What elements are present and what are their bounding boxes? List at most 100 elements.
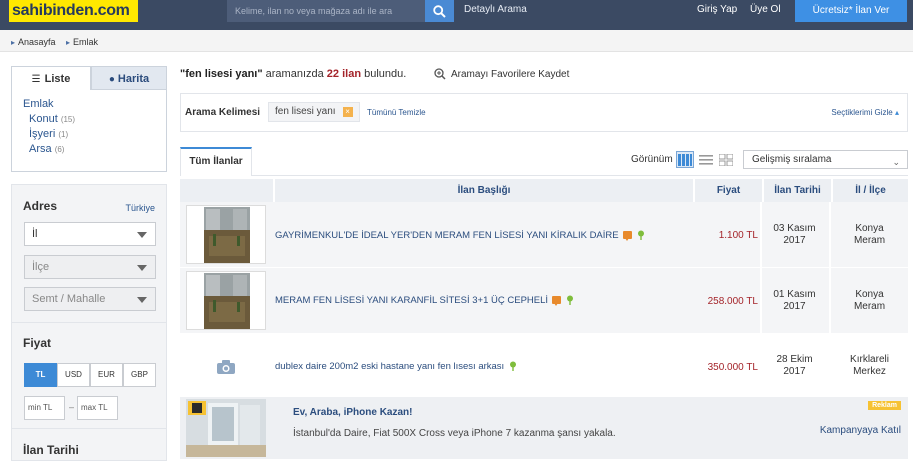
currency-gbp-button[interactable]: GBP [123, 363, 156, 387]
zoom-plus-icon [434, 68, 446, 80]
caret-down-icon [137, 265, 147, 271]
site-logo[interactable]: sahibinden.com [9, 0, 138, 22]
grid-view-icon [719, 153, 733, 166]
currency-eur-button[interactable]: EUR [90, 363, 123, 387]
login-link[interactable]: Giriş Yap [697, 4, 737, 15]
country-link[interactable]: Türkiye [125, 203, 155, 213]
search-input[interactable] [227, 0, 426, 22]
signup-link[interactable]: Üye Ol [750, 4, 781, 15]
category-list: Emlak Konut (15) İşyeri (1) Arsa (6) [11, 90, 167, 172]
column-header-date[interactable]: İlan Tarihi [762, 179, 831, 202]
caret-down-icon [137, 232, 147, 238]
address-label: Adres [23, 199, 58, 213]
table-header: İlan Başlığı Fiyat İlan Tarihi İl / İlçe [180, 179, 908, 202]
view-label: Görünüm [631, 154, 673, 165]
table-row[interactable]: GAYRİMENKUL'DE İDEAL YER'DEN MERAM FEN L… [180, 202, 908, 267]
listing-title-link[interactable]: dublex daire 200m2 eski hastane yanı fen… [275, 361, 517, 372]
ad-description: İstanbul'da Daire, Fiat 500X Cross veya … [293, 428, 616, 439]
breadcrumb-item-home[interactable]: ▸ Anasayfa [11, 37, 56, 47]
district-select[interactable]: İlçe [24, 255, 156, 279]
listing-location: Konya Meram [853, 223, 886, 246]
category-item-isyeri[interactable]: İşyeri (1) [29, 128, 155, 140]
ad-banner[interactable]: Ev, Araba, iPhone Kazan! İstanbul'da Dai… [180, 397, 908, 459]
search-criteria-bar: Arama Kelimesi fen lisesi yanı × Tümünü T… [180, 93, 908, 132]
chevron-down-icon: ⌄ [892, 157, 900, 167]
breadcrumb-item-emlak[interactable]: ▸ Emlak [66, 37, 98, 47]
listing-title-link[interactable]: GAYRİMENKUL'DE İDEAL YER'DEN MERAM FEN L… [275, 230, 645, 242]
tab-list[interactable]: ☰ Liste [11, 66, 91, 90]
save-search-link[interactable]: Aramayı Favorilere Kaydet [434, 68, 569, 80]
map-pin-icon [567, 295, 574, 306]
chevron-right-icon: ▸ [66, 38, 71, 47]
column-header-price[interactable]: Fiyat [693, 179, 762, 202]
tab-map[interactable]: ● Harita [91, 66, 167, 90]
listing-location: Kırklareli Merkez [850, 354, 889, 377]
listing-location: Konya Meram [853, 289, 886, 312]
grid-view-button[interactable] [717, 151, 735, 168]
table-row[interactable]: MERAM FEN LİSESİ YANI KARANFİL SİTESİ 3+… [180, 268, 908, 333]
chevron-right-icon: ▸ [11, 38, 16, 47]
post-ad-button[interactable]: Ücretsiz* İlan Ver [795, 0, 907, 22]
speech-bubble-icon [552, 296, 562, 307]
category-item-konut[interactable]: Konut (15) [29, 113, 155, 125]
range-dash: – [69, 402, 75, 412]
map-pin-icon [637, 230, 644, 241]
ad-badge: Reklam [868, 401, 901, 410]
tab-underline [252, 175, 908, 176]
result-summary: "fen lisesi yanı" aramanızda 22 ilan bul… [180, 68, 407, 80]
search-button[interactable] [425, 0, 454, 22]
ad-cta-link[interactable]: Kampanyaya Katıl [820, 425, 901, 436]
table-view-icon [678, 153, 692, 166]
table-row[interactable]: dublex daire 200m2 eski hastane yanı fen… [180, 334, 908, 399]
currency-tl-button[interactable]: TL [24, 363, 57, 387]
min-price-input[interactable]: min TL [24, 396, 65, 420]
listing-date: 01 Kasım 2017 [773, 289, 816, 312]
column-header-title[interactable]: İlan Başlığı [273, 179, 693, 202]
max-price-input[interactable]: max TL [77, 396, 118, 420]
hide-selected-link[interactable]: Seçtiklerimi Gizle ▴ [831, 108, 899, 117]
detailed-search-link[interactable]: Detaylı Arama [464, 4, 527, 15]
listing-date: 03 Kasım 2017 [773, 223, 816, 246]
divider [12, 322, 166, 323]
speech-bubble-icon [622, 231, 632, 242]
camera-icon [217, 360, 235, 377]
tab-all-listings[interactable]: Tüm İlanlar [180, 147, 252, 176]
listing-title-link[interactable]: MERAM FEN LİSESİ YANI KARANFİL SİTESİ 3+… [275, 295, 574, 307]
list-view-button[interactable] [697, 151, 715, 168]
caret-down-icon [137, 297, 147, 303]
column-header-location[interactable]: İl / İlçe [831, 179, 908, 202]
listings-table: İlan Başlığı Fiyat İlan Tarihi İl / İlçe [180, 179, 908, 459]
ad-title[interactable]: Ev, Araba, iPhone Kazan! [293, 407, 412, 418]
category-root[interactable]: Emlak [23, 98, 155, 110]
listing-date: 28 Ekim 2017 [776, 354, 813, 377]
neighborhood-select[interactable]: Semt / Mahalle [24, 287, 156, 311]
filter-panel: Adres Türkiye İl İlçe Semt / Mahalle Fiy… [11, 184, 167, 461]
date-label: İlan Tarihi [23, 443, 79, 457]
ad-image[interactable] [186, 399, 266, 457]
sidebar: ☰ Liste ● Harita Emlak Konut (15) İşyeri (… [11, 66, 167, 172]
top-navigation-bar: sahibinden.com Detaylı Arama Giriş Yap Ü… [0, 0, 913, 30]
map-pin-icon: ● [108, 74, 115, 85]
currency-usd-button[interactable]: USD [57, 363, 90, 387]
clear-all-link[interactable]: Tümünü Temizle [367, 108, 426, 117]
listing-price: 350.000 TL [707, 362, 758, 373]
breadcrumb: ▸ Anasayfa ▸ Emlak [0, 30, 913, 52]
listing-price: 258.000 TL [707, 296, 758, 307]
listing-thumbnail[interactable] [186, 205, 266, 264]
category-item-arsa[interactable]: Arsa (6) [29, 143, 155, 155]
table-view-button[interactable] [676, 151, 694, 168]
close-icon[interactable]: × [342, 107, 353, 117]
search-icon [433, 4, 446, 18]
map-pin-icon [510, 361, 517, 372]
price-label: Fiyat [23, 336, 52, 350]
criteria-chip: fen lisesi yanı × [268, 102, 360, 122]
chevron-up-icon: ▴ [894, 108, 899, 117]
divider [12, 428, 166, 429]
listing-price: 1.100 TL [718, 230, 758, 241]
sort-select[interactable]: Gelişmiş sıralama ⌄ [743, 150, 908, 169]
list-view-icon [699, 154, 713, 165]
criteria-label: Arama Kelimesi [185, 107, 261, 118]
listing-thumbnail[interactable] [186, 271, 266, 330]
list-icon: ☰ [31, 74, 41, 85]
city-select[interactable]: İl [24, 222, 156, 246]
